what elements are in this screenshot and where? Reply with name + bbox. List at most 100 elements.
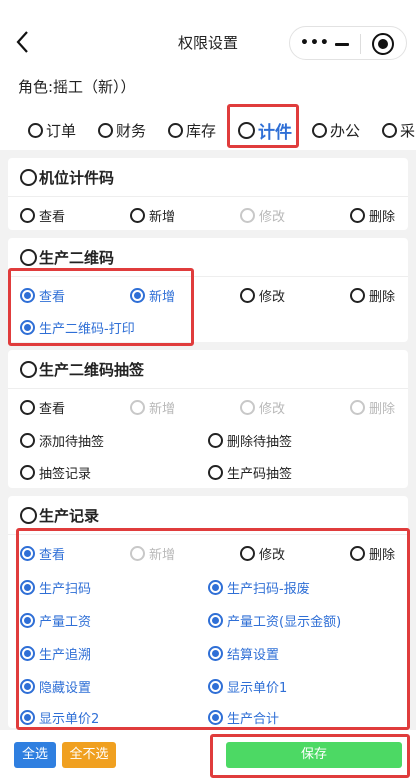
section-title-text: 生产二维码抽签 (39, 361, 145, 379)
option-edit[interactable]: 修改 (240, 286, 285, 305)
tab-inventory[interactable]: 库存 (168, 120, 216, 141)
more-icon[interactable]: ••• (300, 35, 330, 51)
radio-icon (20, 433, 35, 448)
nav-header: 权限设置 ••• (0, 0, 416, 70)
save-button[interactable]: 保存 (226, 742, 402, 768)
option-add[interactable]: 新增 (130, 398, 175, 417)
option-label: 删除 (369, 210, 396, 225)
option-label: 删除待抽签 (227, 435, 293, 450)
tab-label: 订单 (46, 122, 77, 140)
capsule-divider (360, 34, 361, 54)
section-title[interactable]: 机位计件码 (20, 167, 114, 188)
radio-icon (350, 400, 365, 415)
section-title-text: 生产二维码 (39, 249, 115, 267)
radio-icon (28, 123, 43, 138)
option-edit[interactable]: 修改 (240, 544, 285, 563)
section-title-text: 机位计件码 (39, 169, 115, 187)
radio-icon (130, 208, 145, 223)
bottom-action-bar: 全选 全不选 保存 (0, 730, 416, 781)
radio-icon (20, 169, 37, 186)
option-label: 生产追溯 (39, 648, 92, 663)
option-label: 结算设置 (227, 648, 280, 663)
option-label: 产量工资 (39, 615, 92, 630)
option-output-wage[interactable]: 产量工资 (20, 611, 91, 630)
radio-icon (350, 208, 365, 223)
option-label: 新增 (149, 210, 176, 225)
radio-icon (20, 507, 37, 524)
option-delete[interactable]: 删除 (350, 206, 395, 225)
radio-icon (20, 710, 35, 725)
option-label: 修改 (259, 548, 286, 563)
radio-icon (208, 710, 223, 725)
option-delete-pending-draw[interactable]: 删除待抽签 (208, 431, 292, 450)
option-label: 删除 (369, 290, 396, 305)
tab-label: 财务 (116, 122, 147, 140)
radio-icon (240, 288, 255, 303)
option-production-code-draw[interactable]: 生产码抽签 (208, 463, 292, 482)
tab-piecework[interactable]: 计件 (238, 118, 292, 143)
close-target-icon[interactable] (372, 33, 394, 55)
option-add[interactable]: 新增 (130, 286, 175, 305)
option-add[interactable]: 新增 (130, 544, 175, 563)
option-show-price-2[interactable]: 显示单价2 (20, 708, 99, 727)
radio-icon (208, 433, 223, 448)
option-add-pending-draw[interactable]: 添加待抽签 (20, 431, 104, 450)
section-qr-draw: 生产二维码抽签 查看 新增 修改 删除 添加待抽签 删除待抽签 抽签记录 生产码… (8, 350, 408, 488)
section-machine-code: 机位计件码 查看 新增 修改 删除 (8, 158, 408, 230)
option-label: 生产扫码 (39, 582, 92, 597)
option-label: 生产合计 (227, 712, 280, 727)
option-edit[interactable]: 修改 (240, 206, 285, 225)
option-view[interactable]: 查看 (20, 286, 65, 305)
option-delete[interactable]: 删除 (350, 286, 395, 305)
option-label: 新增 (149, 548, 176, 563)
radio-icon (98, 123, 113, 138)
option-label: 隐藏设置 (39, 681, 92, 696)
tab-office[interactable]: 办公 (312, 120, 360, 141)
tab-label: 办公 (330, 122, 361, 140)
option-view[interactable]: 查看 (20, 206, 65, 225)
tab-purchase[interactable]: 采 (382, 120, 415, 141)
section-title-text: 生产记录 (39, 507, 100, 525)
option-production-scan-scrap[interactable]: 生产扫码-报废 (208, 578, 310, 597)
option-edit[interactable]: 修改 (240, 398, 285, 417)
option-delete[interactable]: 删除 (350, 544, 395, 563)
radio-icon (130, 546, 145, 561)
option-production-trace[interactable]: 生产追溯 (20, 644, 91, 663)
role-label: 角色:摇工（新）） (0, 70, 416, 108)
option-output-wage-amount[interactable]: 产量工资(显示金额) (208, 611, 341, 630)
category-tabs: 订单 财务 库存 计件 办公 采 (0, 108, 416, 150)
select-all-button[interactable]: 全选 (14, 742, 56, 768)
option-label: 生产扫码-报废 (227, 582, 310, 597)
mini-program-capsule: ••• (289, 26, 407, 60)
tab-orders[interactable]: 订单 (28, 120, 76, 141)
option-label: 添加待抽签 (39, 435, 105, 450)
option-view[interactable]: 查看 (20, 544, 65, 563)
section-title[interactable]: 生产记录 (20, 505, 99, 526)
option-label: 查看 (39, 548, 66, 563)
radio-icon (382, 123, 397, 138)
select-none-button[interactable]: 全不选 (62, 742, 116, 768)
option-settlement-settings[interactable]: 结算设置 (208, 644, 279, 663)
option-add[interactable]: 新增 (130, 206, 175, 225)
option-label: 删除 (369, 548, 396, 563)
option-view[interactable]: 查看 (20, 398, 65, 417)
radio-icon (130, 400, 145, 415)
section-title[interactable]: 生产二维码抽签 (20, 359, 144, 380)
section-title[interactable]: 生产二维码 (20, 247, 114, 268)
radio-icon (208, 465, 223, 480)
option-label: 修改 (259, 402, 286, 417)
option-hide-settings[interactable]: 隐藏设置 (20, 677, 91, 696)
radio-icon (240, 546, 255, 561)
option-production-total[interactable]: 生产合计 (208, 708, 279, 727)
radio-icon (20, 646, 35, 661)
option-show-price-1[interactable]: 显示单价1 (208, 677, 287, 696)
option-qr-print[interactable]: 生产二维码-打印 (20, 318, 135, 337)
radio-icon (350, 546, 365, 561)
option-delete[interactable]: 删除 (350, 398, 395, 417)
minimize-icon[interactable] (335, 43, 349, 46)
option-label: 显示单价1 (227, 681, 288, 696)
option-production-scan[interactable]: 生产扫码 (20, 578, 91, 597)
divider (8, 388, 408, 389)
tab-finance[interactable]: 财务 (98, 120, 146, 141)
option-draw-records[interactable]: 抽签记录 (20, 463, 91, 482)
